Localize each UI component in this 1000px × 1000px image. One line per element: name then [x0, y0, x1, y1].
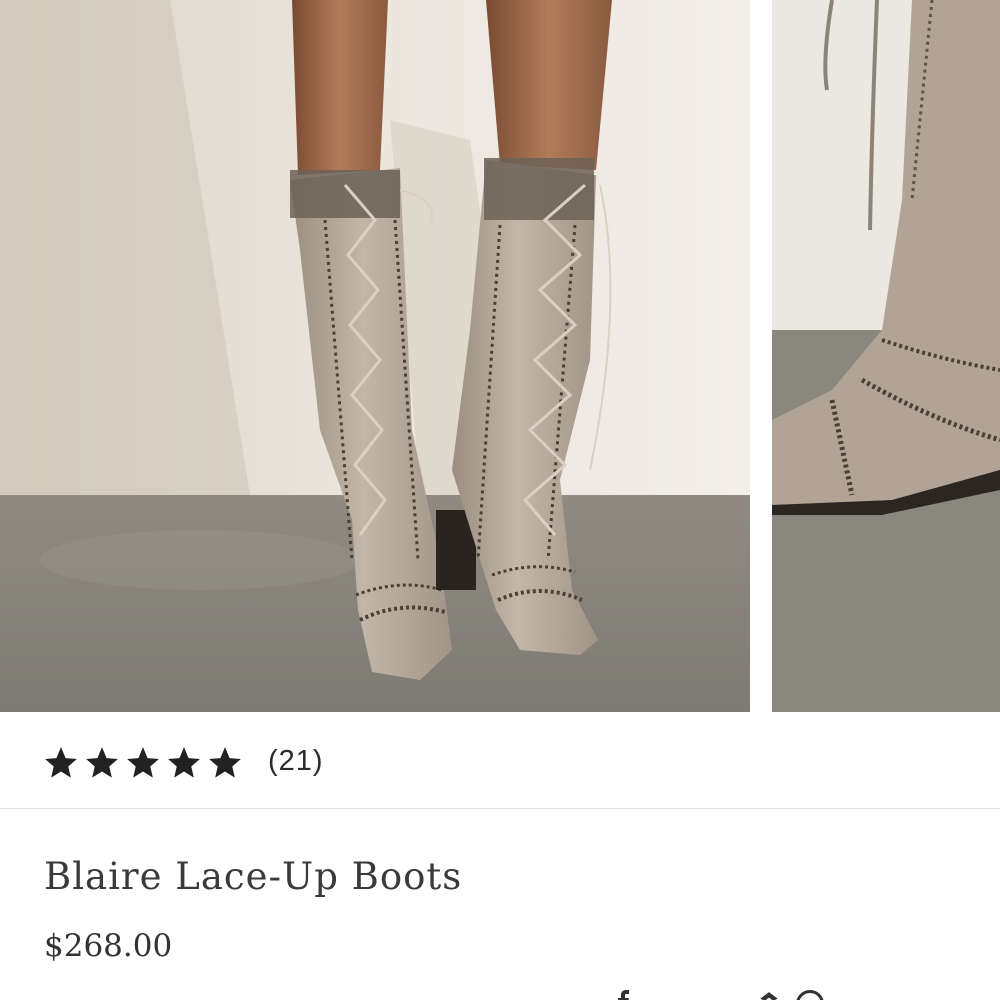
star-icon	[86, 747, 118, 778]
product-price: $268.00	[44, 928, 173, 964]
rating-section[interactable]: (21)	[0, 712, 1000, 809]
star-icon	[168, 747, 200, 778]
pinterest-icon[interactable]	[756, 990, 782, 1000]
star-icon	[209, 747, 241, 778]
star-icon	[127, 747, 159, 778]
facebook-icon[interactable]	[612, 990, 636, 1000]
product-title: Blaire Lace-Up Boots	[44, 855, 463, 898]
product-image-secondary[interactable]	[772, 0, 1000, 712]
star-rating	[42, 744, 244, 782]
product-image-main[interactable]	[0, 0, 750, 712]
star-icon	[45, 747, 77, 778]
more-icon[interactable]	[796, 990, 824, 1000]
boots-photo-illustration	[0, 0, 750, 712]
product-image-gallery[interactable]	[0, 0, 1000, 712]
review-count-link[interactable]: (21)	[268, 744, 324, 778]
boot-closeup-illustration	[772, 0, 1000, 712]
